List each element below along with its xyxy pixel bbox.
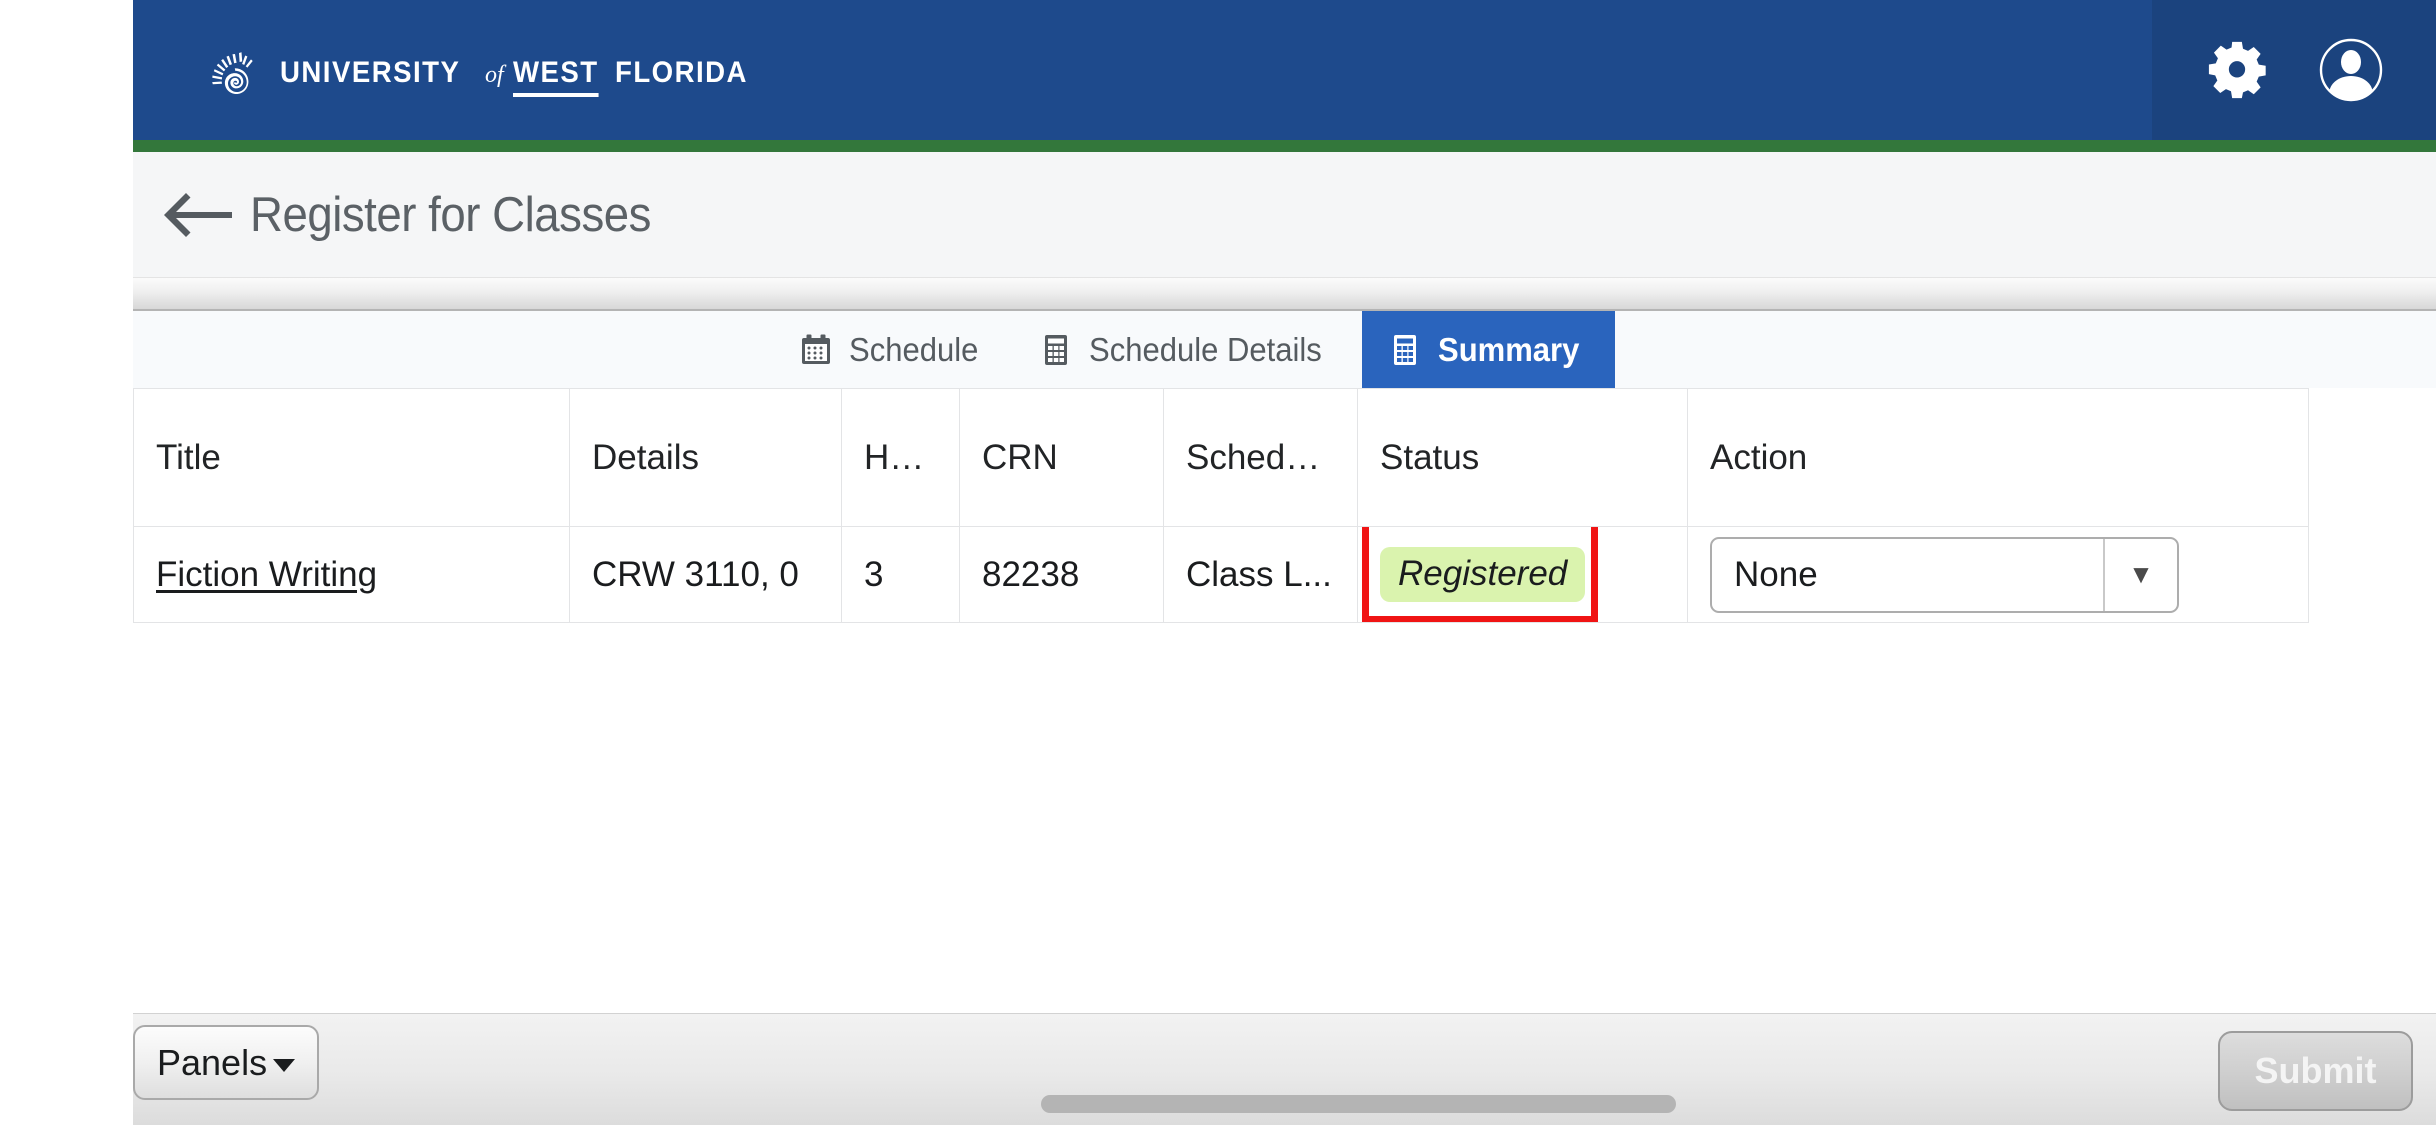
chevron-down-icon[interactable]: ▼ bbox=[2103, 538, 2177, 611]
action-select[interactable]: None ▼ bbox=[1710, 536, 2179, 613]
brand-logo[interactable]: UNIVERSITY of WEST FLORIDA bbox=[208, 49, 759, 103]
column-header-hours[interactable]: Hours bbox=[841, 388, 960, 527]
list-table-icon bbox=[1039, 333, 1073, 367]
cell-crn: 82238 bbox=[959, 526, 1164, 623]
banner-accent-bar bbox=[133, 140, 2436, 152]
column-header-title[interactable]: Title bbox=[133, 388, 570, 527]
schedule-table-wrap: Title Details Hours CRN Schedule Type St… bbox=[133, 388, 2436, 623]
page-root: UNIVERSITY of WEST FLORIDA Register for … bbox=[0, 0, 2436, 1125]
back-arrow-icon[interactable] bbox=[160, 187, 236, 243]
tab-schedule-details[interactable]: Schedule Details bbox=[1013, 311, 1363, 388]
chevron-down-icon bbox=[273, 1059, 296, 1072]
column-header-schedule-type[interactable]: Schedule Type bbox=[1163, 388, 1358, 527]
gear-icon[interactable] bbox=[2204, 37, 2270, 103]
status-badge: Registered bbox=[1380, 547, 1586, 602]
bottom-action-bar: Panels Submit bbox=[133, 1013, 2436, 1125]
horizontal-scrollbar[interactable] bbox=[133, 1089, 2436, 1119]
banner-tools bbox=[2152, 0, 2436, 140]
tab-schedule[interactable]: Schedule bbox=[773, 311, 1013, 388]
horizontal-scrollbar-thumb[interactable] bbox=[1041, 1095, 1676, 1113]
cell-status: Registered bbox=[1357, 526, 1688, 623]
brand-word-university: UNIVERSITY bbox=[280, 55, 461, 89]
brand-word-west: WEST bbox=[512, 56, 599, 97]
app-frame: UNIVERSITY of WEST FLORIDA Register for … bbox=[133, 0, 2436, 1125]
tab-label: Summary bbox=[1438, 330, 1580, 368]
course-title-link[interactable]: Fiction Writing bbox=[156, 555, 377, 594]
tab-label: Schedule Details bbox=[1088, 330, 1322, 368]
list-table-icon bbox=[1388, 333, 1422, 367]
page-title-bar: Register for Classes bbox=[133, 152, 2436, 277]
table-row: Fiction Writing CRW 3110, 0 3 82238 Clas… bbox=[133, 526, 2309, 623]
cell-schedule-type: Class L... bbox=[1163, 526, 1358, 623]
tab-summary[interactable]: Summary bbox=[1362, 311, 1615, 388]
site-banner: UNIVERSITY of WEST FLORIDA bbox=[133, 0, 2436, 152]
nautilus-shell-logo bbox=[208, 49, 262, 103]
panels-button-label: Panels bbox=[157, 1041, 268, 1083]
table-header-row: Title Details Hours CRN Schedule Type St… bbox=[133, 388, 2309, 527]
page-title: Register for Classes bbox=[250, 187, 651, 242]
brand-text: UNIVERSITY of WEST FLORIDA bbox=[280, 56, 759, 97]
tab-label: Schedule bbox=[849, 330, 979, 368]
cell-details: CRW 3110, 0 bbox=[569, 526, 842, 623]
cell-title: Fiction Writing bbox=[133, 526, 570, 623]
column-header-status[interactable]: Status bbox=[1357, 388, 1688, 527]
column-header-action[interactable]: Action bbox=[1687, 388, 2309, 527]
action-select-value: None bbox=[1734, 554, 1818, 594]
panel-collapse-handle[interactable] bbox=[133, 277, 2436, 311]
schedule-summary-table: Title Details Hours CRN Schedule Type St… bbox=[133, 388, 2309, 623]
tab-bar: Schedule Schedule Details Summary bbox=[133, 311, 2436, 388]
brand-word-florida: FLORIDA bbox=[614, 55, 748, 89]
column-header-crn[interactable]: CRN bbox=[959, 388, 1164, 527]
cell-hours: 3 bbox=[841, 526, 960, 623]
user-avatar-icon[interactable] bbox=[2318, 37, 2384, 103]
calendar-icon bbox=[799, 333, 833, 367]
cell-action: None ▼ bbox=[1687, 526, 2309, 623]
column-header-details[interactable]: Details bbox=[569, 388, 842, 527]
brand-word-of: of bbox=[485, 61, 504, 88]
